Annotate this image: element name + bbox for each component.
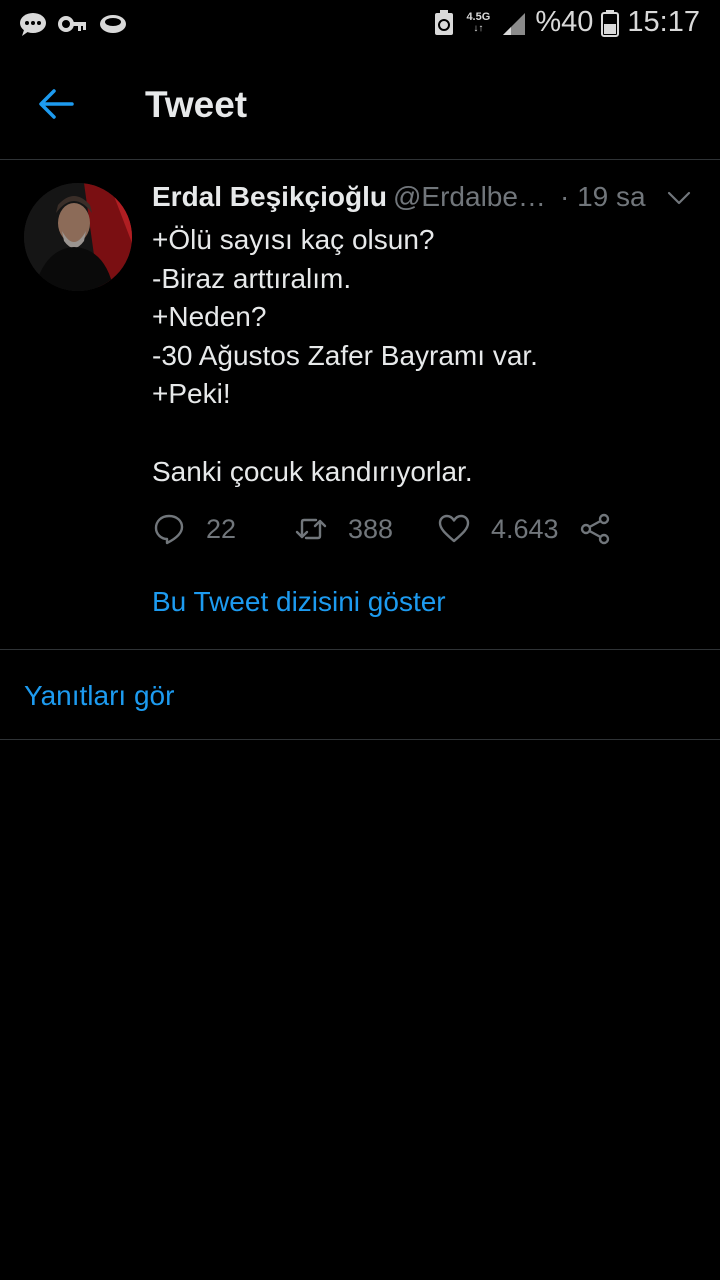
author-name[interactable]: Erdal Beşikçioğlu [152,181,387,213]
reply-icon [154,514,184,545]
status-left-icons [18,10,128,38]
tweet-text: +Ölü sayısı kaç olsun? -Biraz arttıralım… [152,221,692,491]
author-handle[interactable]: @Erdalbe… [393,181,546,213]
chevron-down-icon[interactable] [666,185,692,211]
tweet-line [152,414,692,453]
signal-icon [503,12,526,35]
share-button[interactable] [578,507,612,551]
avatar[interactable] [24,183,132,291]
tweet-line: Sanki çocuk kandırıyorlar. [152,455,473,487]
reply-count: 22 [206,513,237,544]
retweet-button[interactable]: 388 [294,507,393,551]
network-type: 4.5G [466,10,491,23]
avatar-image [24,183,132,291]
retweet-count: 388 [348,513,394,544]
key-icon [58,16,86,32]
page-title: Tweet [145,84,248,125]
show-thread-link[interactable]: Bu Tweet dizisini göster [152,586,446,618]
heart-icon [438,514,470,543]
tweet-author-line: Erdal Beşikçioğlu @Erdalbe… · 19 sa [152,179,697,217]
network-indicator: 4.5G ↓↑ [463,10,493,34]
cloud-icon [100,15,126,33]
share-icon [580,513,610,545]
tweet-line: -Biraz arttıralım. [152,262,352,294]
tweet-time: · 19 sa [560,181,646,212]
battery-icon [601,9,620,37]
tweet[interactable]: Erdal Beşikçioğlu @Erdalbe… · 19 sa +Ölü… [0,161,720,650]
retweet-icon [295,518,327,540]
battery-saver-icon [435,9,454,35]
tweet-line: +Ölü sayısı kaç olsun? [152,224,435,255]
tweet-line: -30 Ağustos Zafer Bayramı var. [152,339,538,371]
replies-section: Yanıtları gör [0,650,720,740]
back-arrow-icon[interactable] [36,84,76,124]
chat-bubble-icon [20,13,46,36]
like-button[interactable]: 4.643 [437,507,559,551]
see-replies-link[interactable]: Yanıtları gör [24,680,174,712]
status-right-icons: 4.5G ↓↑ %40 15:17 [433,6,700,39]
tweet-actions: 22 388 4.643 [152,507,672,551]
like-count: 4.643 [491,513,559,544]
tweet-line: +Peki! [152,378,231,410]
tweet-line: +Neden? [152,301,267,333]
battery-percent: %40 [535,6,594,38]
reply-button[interactable]: 22 [152,507,236,551]
clock: 15:17 [627,6,700,38]
app-header: Tweet [0,48,720,160]
status-bar: 4.5G ↓↑ %40 15:17 [0,0,720,48]
